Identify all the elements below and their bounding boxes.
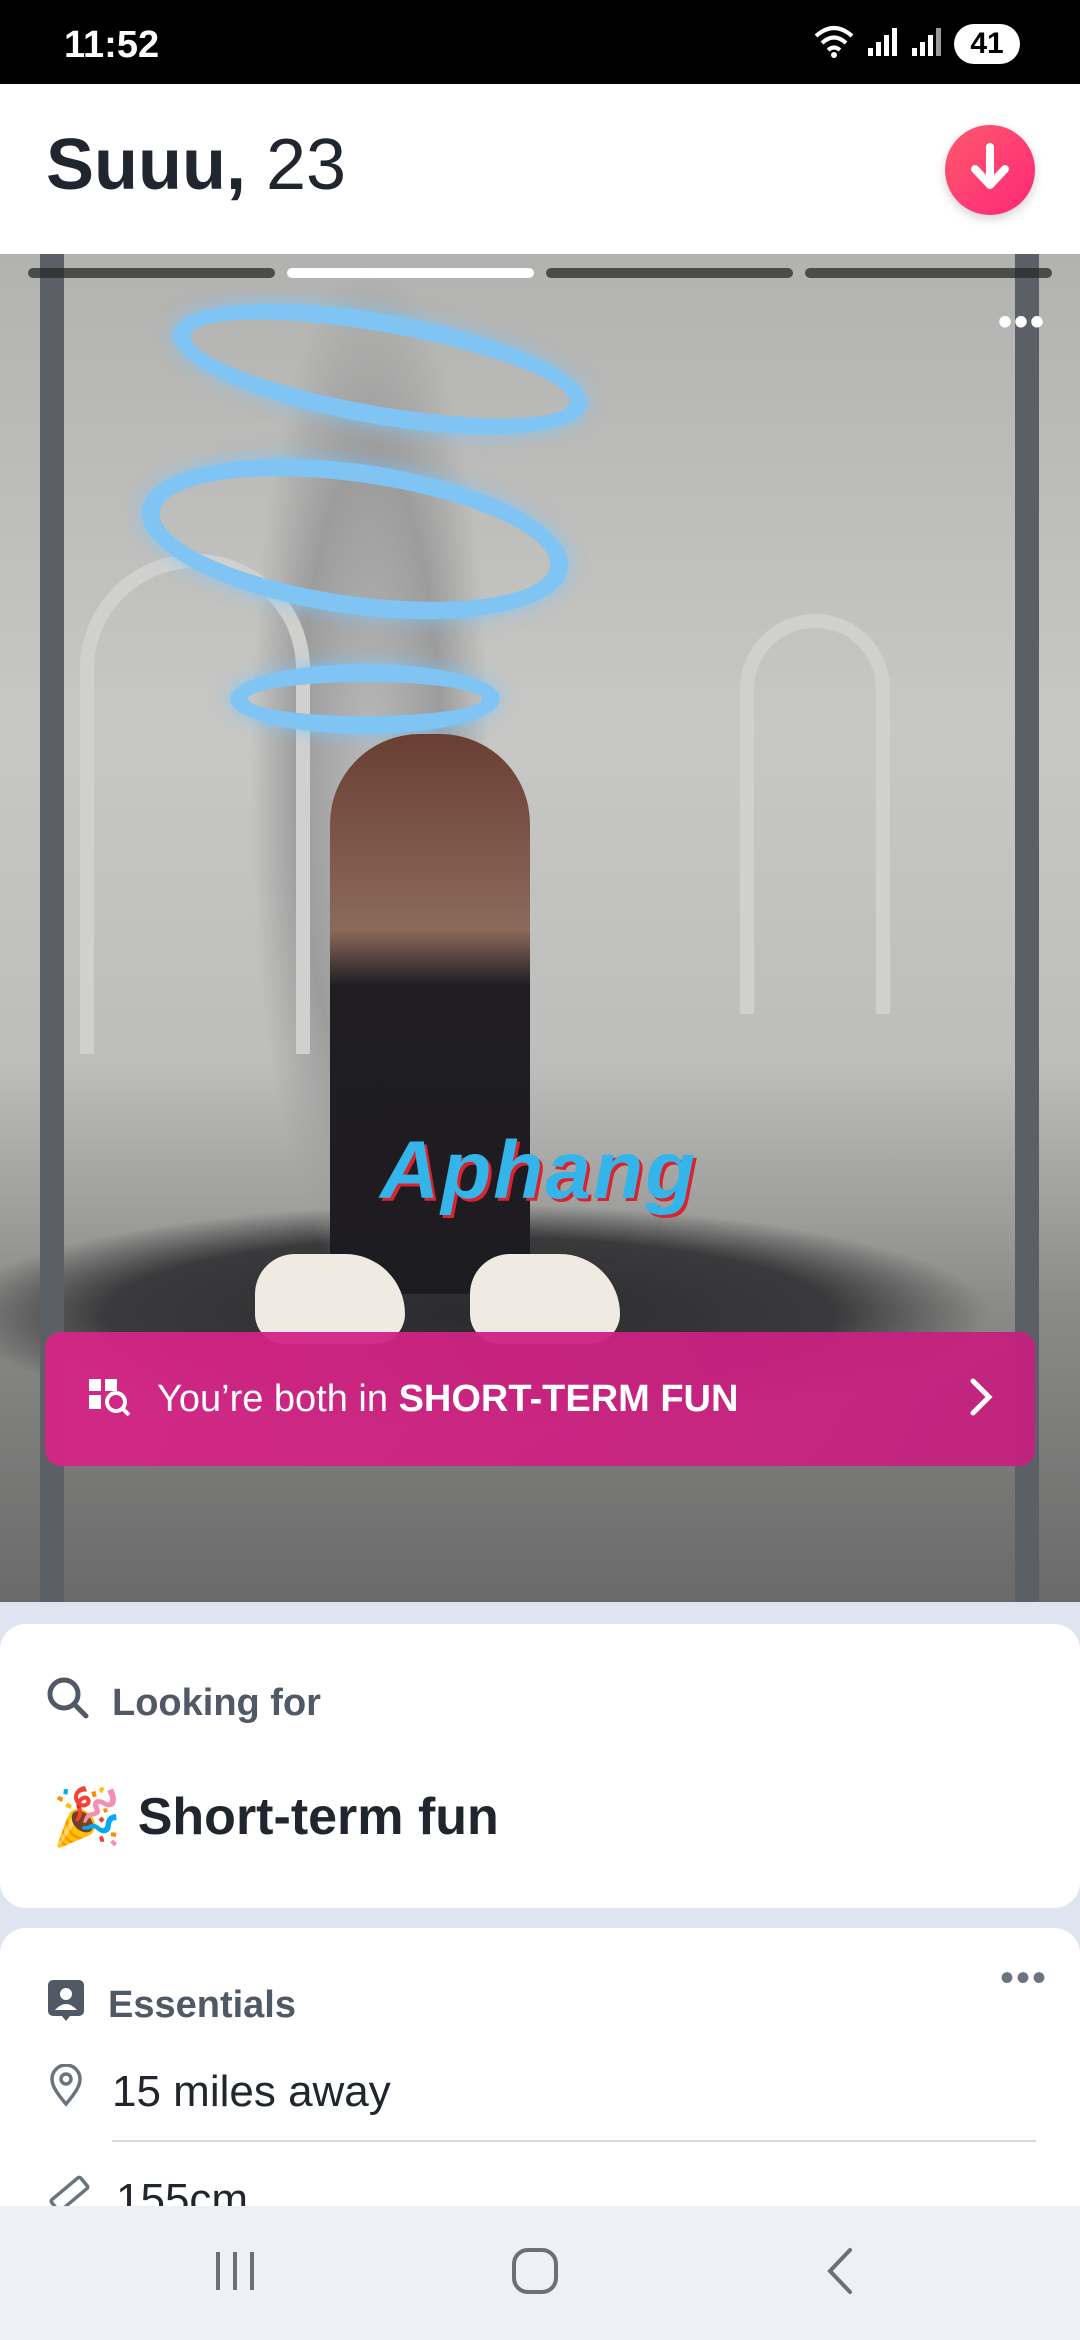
profile-header: Suuu, 23	[0, 84, 1080, 254]
status-time: 11:52	[64, 24, 160, 66]
photo-progress-segment[interactable]	[28, 268, 275, 278]
shoe	[470, 1254, 620, 1344]
more-icon[interactable]: •••	[1000, 1956, 1048, 2001]
status-bar: 11:52 41	[0, 0, 1080, 84]
photo-progress-segment[interactable]	[805, 268, 1052, 278]
party-popper-icon: 🎉	[52, 1785, 122, 1848]
looking-for-title: Looking for	[112, 1681, 321, 1724]
arrow-down-icon	[967, 142, 1013, 198]
battery-icon: 41	[954, 24, 1020, 64]
looking-for-card: Looking for 🎉 Short-term fun	[0, 1624, 1080, 1908]
looking-for-text: Short-term fun	[137, 1788, 499, 1846]
home-icon[interactable]	[510, 2246, 560, 2301]
recent-apps-icon[interactable]	[210, 2246, 260, 2301]
essentials-header: Essentials	[46, 1978, 296, 2032]
signal-icon	[910, 26, 944, 63]
back-icon[interactable]	[820, 2246, 860, 2301]
photo-progress-segment-active[interactable]	[287, 268, 534, 278]
more-icon[interactable]: •••	[998, 300, 1046, 345]
shared-goal-value: SHORT-TERM FUN	[398, 1377, 739, 1420]
photo-progress	[28, 268, 1052, 278]
shared-goal-prefix: You’re both in	[157, 1377, 399, 1420]
location-icon	[46, 2063, 86, 2119]
photo-watermark: Aphang	[380, 1125, 698, 1216]
distance-text: 15 miles away	[112, 2066, 391, 2116]
search-icon	[46, 1676, 90, 1730]
distance-row: 15 miles away	[46, 2063, 1036, 2119]
photo-progress-segment[interactable]	[546, 268, 793, 278]
system-nav-bar	[0, 2206, 1080, 2340]
profile-photo[interactable]: Aphang ••• You’re both in SHORT-TERM FUN	[0, 254, 1080, 1602]
essentials-title: Essentials	[108, 1983, 296, 2026]
profile-name: Suuu,	[46, 125, 246, 205]
profile-name-age: Suuu, 23	[46, 124, 346, 206]
profile-card-icon	[46, 1978, 86, 2032]
background-arch	[80, 554, 310, 1054]
light-ring	[230, 664, 500, 734]
shared-goal-banner[interactable]: You’re both in SHORT-TERM FUN	[45, 1332, 1035, 1466]
divider	[112, 2140, 1036, 2142]
search-card-icon	[87, 1377, 131, 1422]
shared-goal-text: You’re both in SHORT-TERM FUN	[157, 1378, 969, 1421]
signal-icon	[866, 26, 900, 63]
shoe	[255, 1254, 405, 1344]
background-arch	[740, 614, 890, 1014]
collapse-profile-button[interactable]	[945, 125, 1035, 215]
wifi-icon	[812, 24, 856, 65]
light-ring	[163, 278, 597, 460]
looking-for-value: 🎉 Short-term fun	[52, 1784, 499, 1850]
chevron-right-icon	[969, 1377, 993, 1422]
status-icons: 41	[812, 22, 1020, 66]
looking-for-header: Looking for	[46, 1676, 321, 1730]
profile-age: 23	[265, 125, 347, 205]
